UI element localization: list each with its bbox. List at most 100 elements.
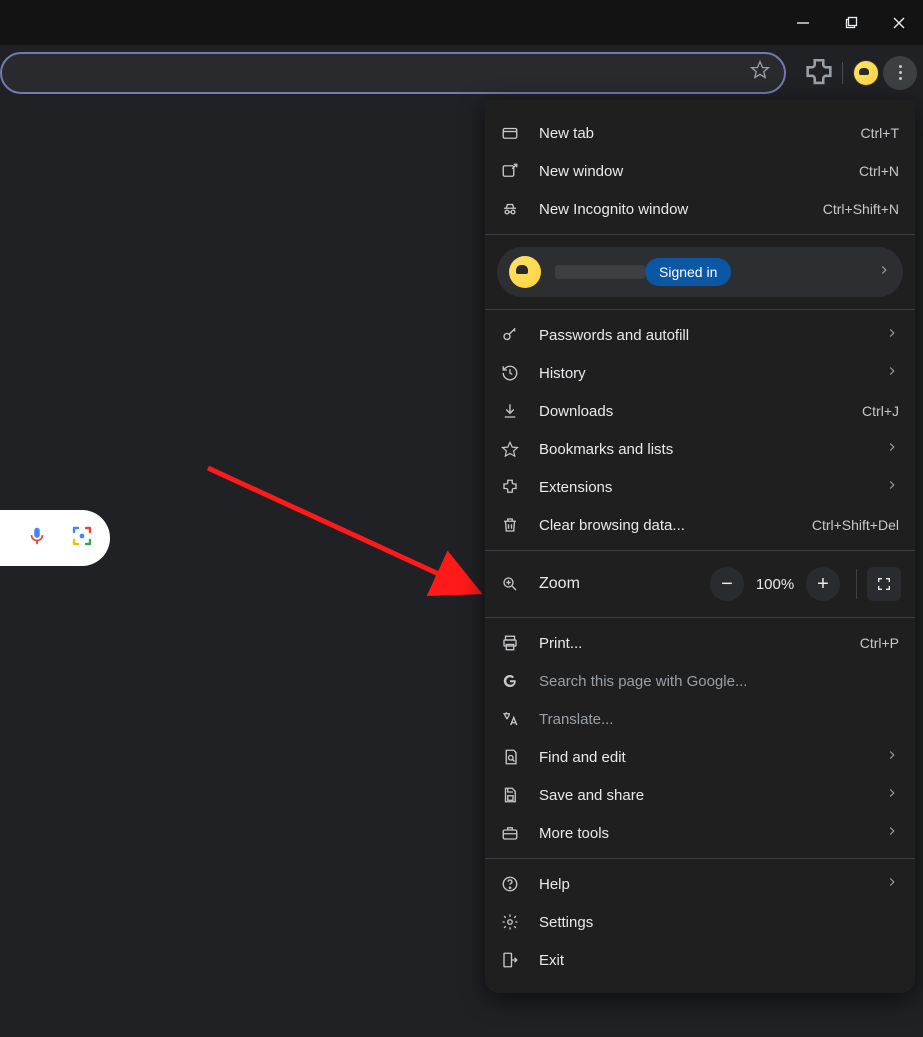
chrome-menu: New tab Ctrl+T New window Ctrl+N New Inc… xyxy=(485,100,915,993)
avatar-icon xyxy=(509,256,541,288)
page-content: New tab Ctrl+T New window Ctrl+N New Inc… xyxy=(0,100,923,1037)
puzzle-icon xyxy=(499,476,521,498)
menu-label: Find and edit xyxy=(539,749,885,766)
maximize-icon xyxy=(844,16,858,30)
menu-label: Settings xyxy=(539,914,899,931)
chevron-right-icon xyxy=(885,748,899,766)
menu-profile-row[interactable]: Signed in xyxy=(497,247,903,297)
menu-new-tab[interactable]: New tab Ctrl+T xyxy=(485,114,915,152)
chevron-right-icon xyxy=(885,824,899,842)
menu-bookmarks[interactable]: Bookmarks and lists xyxy=(485,430,915,468)
menu-label: Help xyxy=(539,876,885,893)
search-actions-pill xyxy=(0,510,110,566)
annotation-arrow xyxy=(200,460,500,620)
exit-icon xyxy=(499,949,521,971)
trash-icon xyxy=(499,514,521,536)
menu-shortcut: Ctrl+P xyxy=(860,635,899,651)
menu-print[interactable]: Print... Ctrl+P xyxy=(485,624,915,662)
print-icon xyxy=(499,632,521,654)
menu-label: Passwords and autofill xyxy=(539,327,885,344)
new-tab-icon xyxy=(499,122,521,144)
menu-help[interactable]: Help xyxy=(485,865,915,903)
menu-label: Clear browsing data... xyxy=(539,517,812,534)
menu-history[interactable]: History xyxy=(485,354,915,392)
menu-label: New tab xyxy=(539,125,861,142)
menu-clear-browsing-data[interactable]: Clear browsing data... Ctrl+Shift+Del xyxy=(485,506,915,544)
menu-label: Extensions xyxy=(539,479,885,496)
zoom-icon xyxy=(499,573,521,595)
zoom-label: Zoom xyxy=(539,575,710,593)
gear-icon xyxy=(499,911,521,933)
save-icon xyxy=(499,784,521,806)
zoom-out-button[interactable]: − xyxy=(710,567,744,601)
menu-label: Downloads xyxy=(539,403,862,420)
help-icon xyxy=(499,873,521,895)
incognito-icon xyxy=(499,198,521,220)
zoom-separator xyxy=(856,569,857,599)
window-minimize-button[interactable] xyxy=(779,0,827,45)
menu-more-tools[interactable]: More tools xyxy=(485,814,915,852)
zoom-value: 100% xyxy=(754,576,796,593)
close-icon xyxy=(892,16,906,30)
menu-label: Print... xyxy=(539,635,860,652)
menu-search-page[interactable]: Search this page with Google... xyxy=(485,662,915,700)
menu-shortcut: Ctrl+N xyxy=(859,163,899,179)
menu-passwords[interactable]: Passwords and autofill xyxy=(485,316,915,354)
menu-translate[interactable]: Translate... xyxy=(485,700,915,738)
menu-label: More tools xyxy=(539,825,885,842)
menu-extensions[interactable]: Extensions xyxy=(485,468,915,506)
google-icon xyxy=(499,670,521,692)
menu-save-share[interactable]: Save and share xyxy=(485,776,915,814)
fullscreen-button[interactable] xyxy=(867,567,901,601)
minimize-icon xyxy=(796,16,810,30)
chrome-menu-button[interactable] xyxy=(883,56,917,90)
key-icon xyxy=(499,324,521,346)
menu-downloads[interactable]: Downloads Ctrl+J xyxy=(485,392,915,430)
browser-toolbar xyxy=(0,45,923,100)
toolbox-icon xyxy=(499,822,521,844)
menu-label: New Incognito window xyxy=(539,201,823,218)
chevron-right-icon xyxy=(885,326,899,344)
address-bar[interactable] xyxy=(0,52,786,94)
menu-label: History xyxy=(539,365,885,382)
star-icon xyxy=(499,438,521,460)
find-icon xyxy=(499,746,521,768)
menu-new-window[interactable]: New window Ctrl+N xyxy=(485,152,915,190)
menu-find[interactable]: Find and edit xyxy=(485,738,915,776)
menu-shortcut: Ctrl+T xyxy=(861,125,900,141)
toolbar-separator xyxy=(842,62,843,84)
extensions-button[interactable] xyxy=(802,56,836,90)
menu-shortcut: Ctrl+Shift+N xyxy=(823,201,899,217)
menu-label: Search this page with Google... xyxy=(539,673,899,690)
menu-label: Exit xyxy=(539,952,899,969)
menu-label: Bookmarks and lists xyxy=(539,441,885,458)
menu-label: New window xyxy=(539,163,859,180)
history-icon xyxy=(499,362,521,384)
menu-zoom: Zoom − 100% + xyxy=(485,557,915,611)
chevron-right-icon xyxy=(885,875,899,893)
menu-exit[interactable]: Exit xyxy=(485,941,915,979)
chevron-right-icon xyxy=(885,786,899,804)
menu-shortcut: Ctrl+J xyxy=(862,403,899,419)
menu-label: Translate... xyxy=(539,711,899,728)
chevron-right-icon xyxy=(877,263,891,282)
translate-icon xyxy=(499,708,521,730)
chevron-right-icon xyxy=(885,364,899,382)
voice-search-icon[interactable] xyxy=(26,525,48,552)
profile-button[interactable] xyxy=(849,56,883,90)
new-window-icon xyxy=(499,160,521,182)
window-close-button[interactable] xyxy=(875,0,923,45)
chevron-right-icon xyxy=(885,478,899,496)
menu-label: Save and share xyxy=(539,787,885,804)
window-titlebar xyxy=(0,0,923,45)
bookmark-star-icon[interactable] xyxy=(750,60,770,85)
avatar-icon xyxy=(853,60,879,86)
window-maximize-button[interactable] xyxy=(827,0,875,45)
lens-search-icon[interactable] xyxy=(70,524,94,553)
signed-in-badge: Signed in xyxy=(645,258,731,286)
menu-incognito[interactable]: New Incognito window Ctrl+Shift+N xyxy=(485,190,915,228)
zoom-in-button[interactable]: + xyxy=(806,567,840,601)
profile-name-redacted xyxy=(555,265,645,279)
menu-settings[interactable]: Settings xyxy=(485,903,915,941)
menu-shortcut: Ctrl+Shift+Del xyxy=(812,517,899,533)
